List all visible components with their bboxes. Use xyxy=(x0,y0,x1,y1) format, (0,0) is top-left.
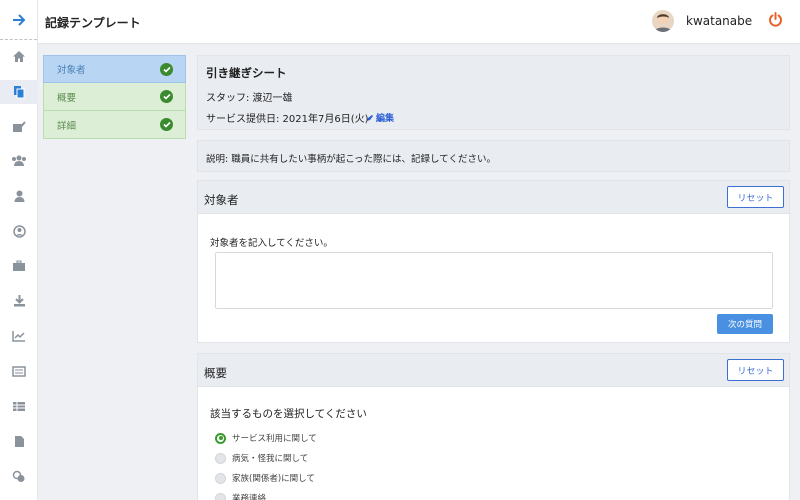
nav-groups[interactable] xyxy=(0,149,38,173)
radio-button[interactable] xyxy=(215,452,226,464)
step-label: 詳細 xyxy=(57,120,77,132)
group-icon xyxy=(12,155,26,166)
section-title: 概要 xyxy=(204,366,227,380)
edit-chart-icon xyxy=(13,120,26,132)
target-input[interactable] xyxy=(215,252,773,309)
nav-business[interactable] xyxy=(0,254,38,278)
check-circle-icon xyxy=(160,90,173,103)
description-card: 説明: 職員に共有したい事柄が起こった際には、記録してください。 xyxy=(197,140,790,172)
radio-button[interactable] xyxy=(215,432,226,444)
question-prompt: 該当するものを選択してください xyxy=(210,408,367,420)
avatar[interactable] xyxy=(652,10,674,32)
nav-list[interactable] xyxy=(0,359,38,383)
briefcase-icon xyxy=(13,260,25,271)
edit-link[interactable]: 編集 xyxy=(366,111,394,124)
radio-option[interactable]: 病気・怪我に関して xyxy=(215,452,308,464)
coins-icon xyxy=(12,470,25,482)
username[interactable]: kwatanabe xyxy=(686,14,752,28)
step-list: 対象者 概要 詳細 xyxy=(43,55,186,139)
radio-button[interactable] xyxy=(215,492,226,500)
check-circle-icon xyxy=(160,118,173,131)
step-target[interactable]: 対象者 xyxy=(43,55,186,83)
check-circle-icon xyxy=(160,62,173,76)
nav-person[interactable] xyxy=(0,184,38,208)
nav-billing[interactable] xyxy=(0,464,38,488)
sidebar-toggle[interactable] xyxy=(0,0,37,40)
reset-button[interactable]: リセット xyxy=(727,359,784,381)
list-icon xyxy=(12,365,26,377)
option-label: 業務連絡 xyxy=(232,494,267,500)
nav-documents[interactable] xyxy=(0,80,38,104)
description-text: 説明: 職員に共有したい事柄が起こった際には、記録してください。 xyxy=(206,154,496,165)
option-label: 病気・怪我に関して xyxy=(232,454,309,464)
step-label: 対象者 xyxy=(57,65,86,76)
radio-option[interactable]: 業務連絡 xyxy=(215,492,266,500)
radio-option[interactable]: サービス利用に関して xyxy=(215,432,317,444)
service-date: サービス提供日: 2021年7月6日(火) xyxy=(206,114,369,125)
section-summary: 概要 リセット 該当するものを選択してください サービス利用に関して 病気・怪我… xyxy=(197,353,790,500)
nav-file[interactable] xyxy=(0,429,38,453)
section-header: 概要 リセット xyxy=(198,354,789,387)
step-detail[interactable]: 詳細 xyxy=(43,111,186,139)
person-icon xyxy=(14,190,24,202)
sheet-info-card: 引き継ぎシート スタッフ: 渡辺一雄 サービス提供日: 2021年7月6日(火)… xyxy=(197,55,790,130)
nav-records[interactable] xyxy=(0,114,38,138)
edit-label: 編集 xyxy=(376,114,395,124)
staff-text: スタッフ: 渡辺一雄 xyxy=(206,93,293,104)
nav-home[interactable] xyxy=(0,44,38,68)
question-prompt: 対象者を記入してください。 xyxy=(210,238,333,249)
option-label: サービス利用に関して xyxy=(232,434,317,444)
power-icon xyxy=(769,12,782,27)
nav-table[interactable] xyxy=(0,394,38,418)
radio-option[interactable]: 家族(関係者)に関して xyxy=(215,472,315,484)
reset-button[interactable]: リセット xyxy=(727,186,784,208)
option-label: 家族(関係者)に関して xyxy=(232,474,315,484)
radio-button[interactable] xyxy=(215,472,226,484)
user-circle-icon xyxy=(12,224,26,238)
page-title: 記録テンプレート xyxy=(45,16,141,30)
download-icon xyxy=(13,294,25,306)
table-icon xyxy=(13,401,25,411)
step-label: 概要 xyxy=(57,92,77,104)
sheet-heading: 引き継ぎシート xyxy=(206,66,287,80)
line-chart-icon xyxy=(12,331,25,342)
file-icon xyxy=(14,435,24,447)
pencil-icon xyxy=(367,114,373,121)
top-header: 記録テンプレート kwatanabe xyxy=(38,0,800,44)
step-summary[interactable]: 概要 xyxy=(43,83,186,111)
nav-stats[interactable] xyxy=(0,324,38,348)
nav-download[interactable] xyxy=(0,288,38,312)
section-header: 対象者 リセット xyxy=(198,181,789,214)
next-question-button[interactable]: 次の質問 xyxy=(717,314,773,334)
arrow-right-icon[interactable] xyxy=(12,13,26,26)
icon-rail xyxy=(0,0,38,500)
section-title: 対象者 xyxy=(204,193,239,207)
documents-icon xyxy=(13,86,24,99)
logout-button[interactable] xyxy=(768,12,783,30)
nav-account[interactable] xyxy=(0,219,38,243)
home-icon xyxy=(13,50,25,62)
section-target: 対象者 リセット 対象者を記入してください。 次の質問 xyxy=(197,180,790,343)
